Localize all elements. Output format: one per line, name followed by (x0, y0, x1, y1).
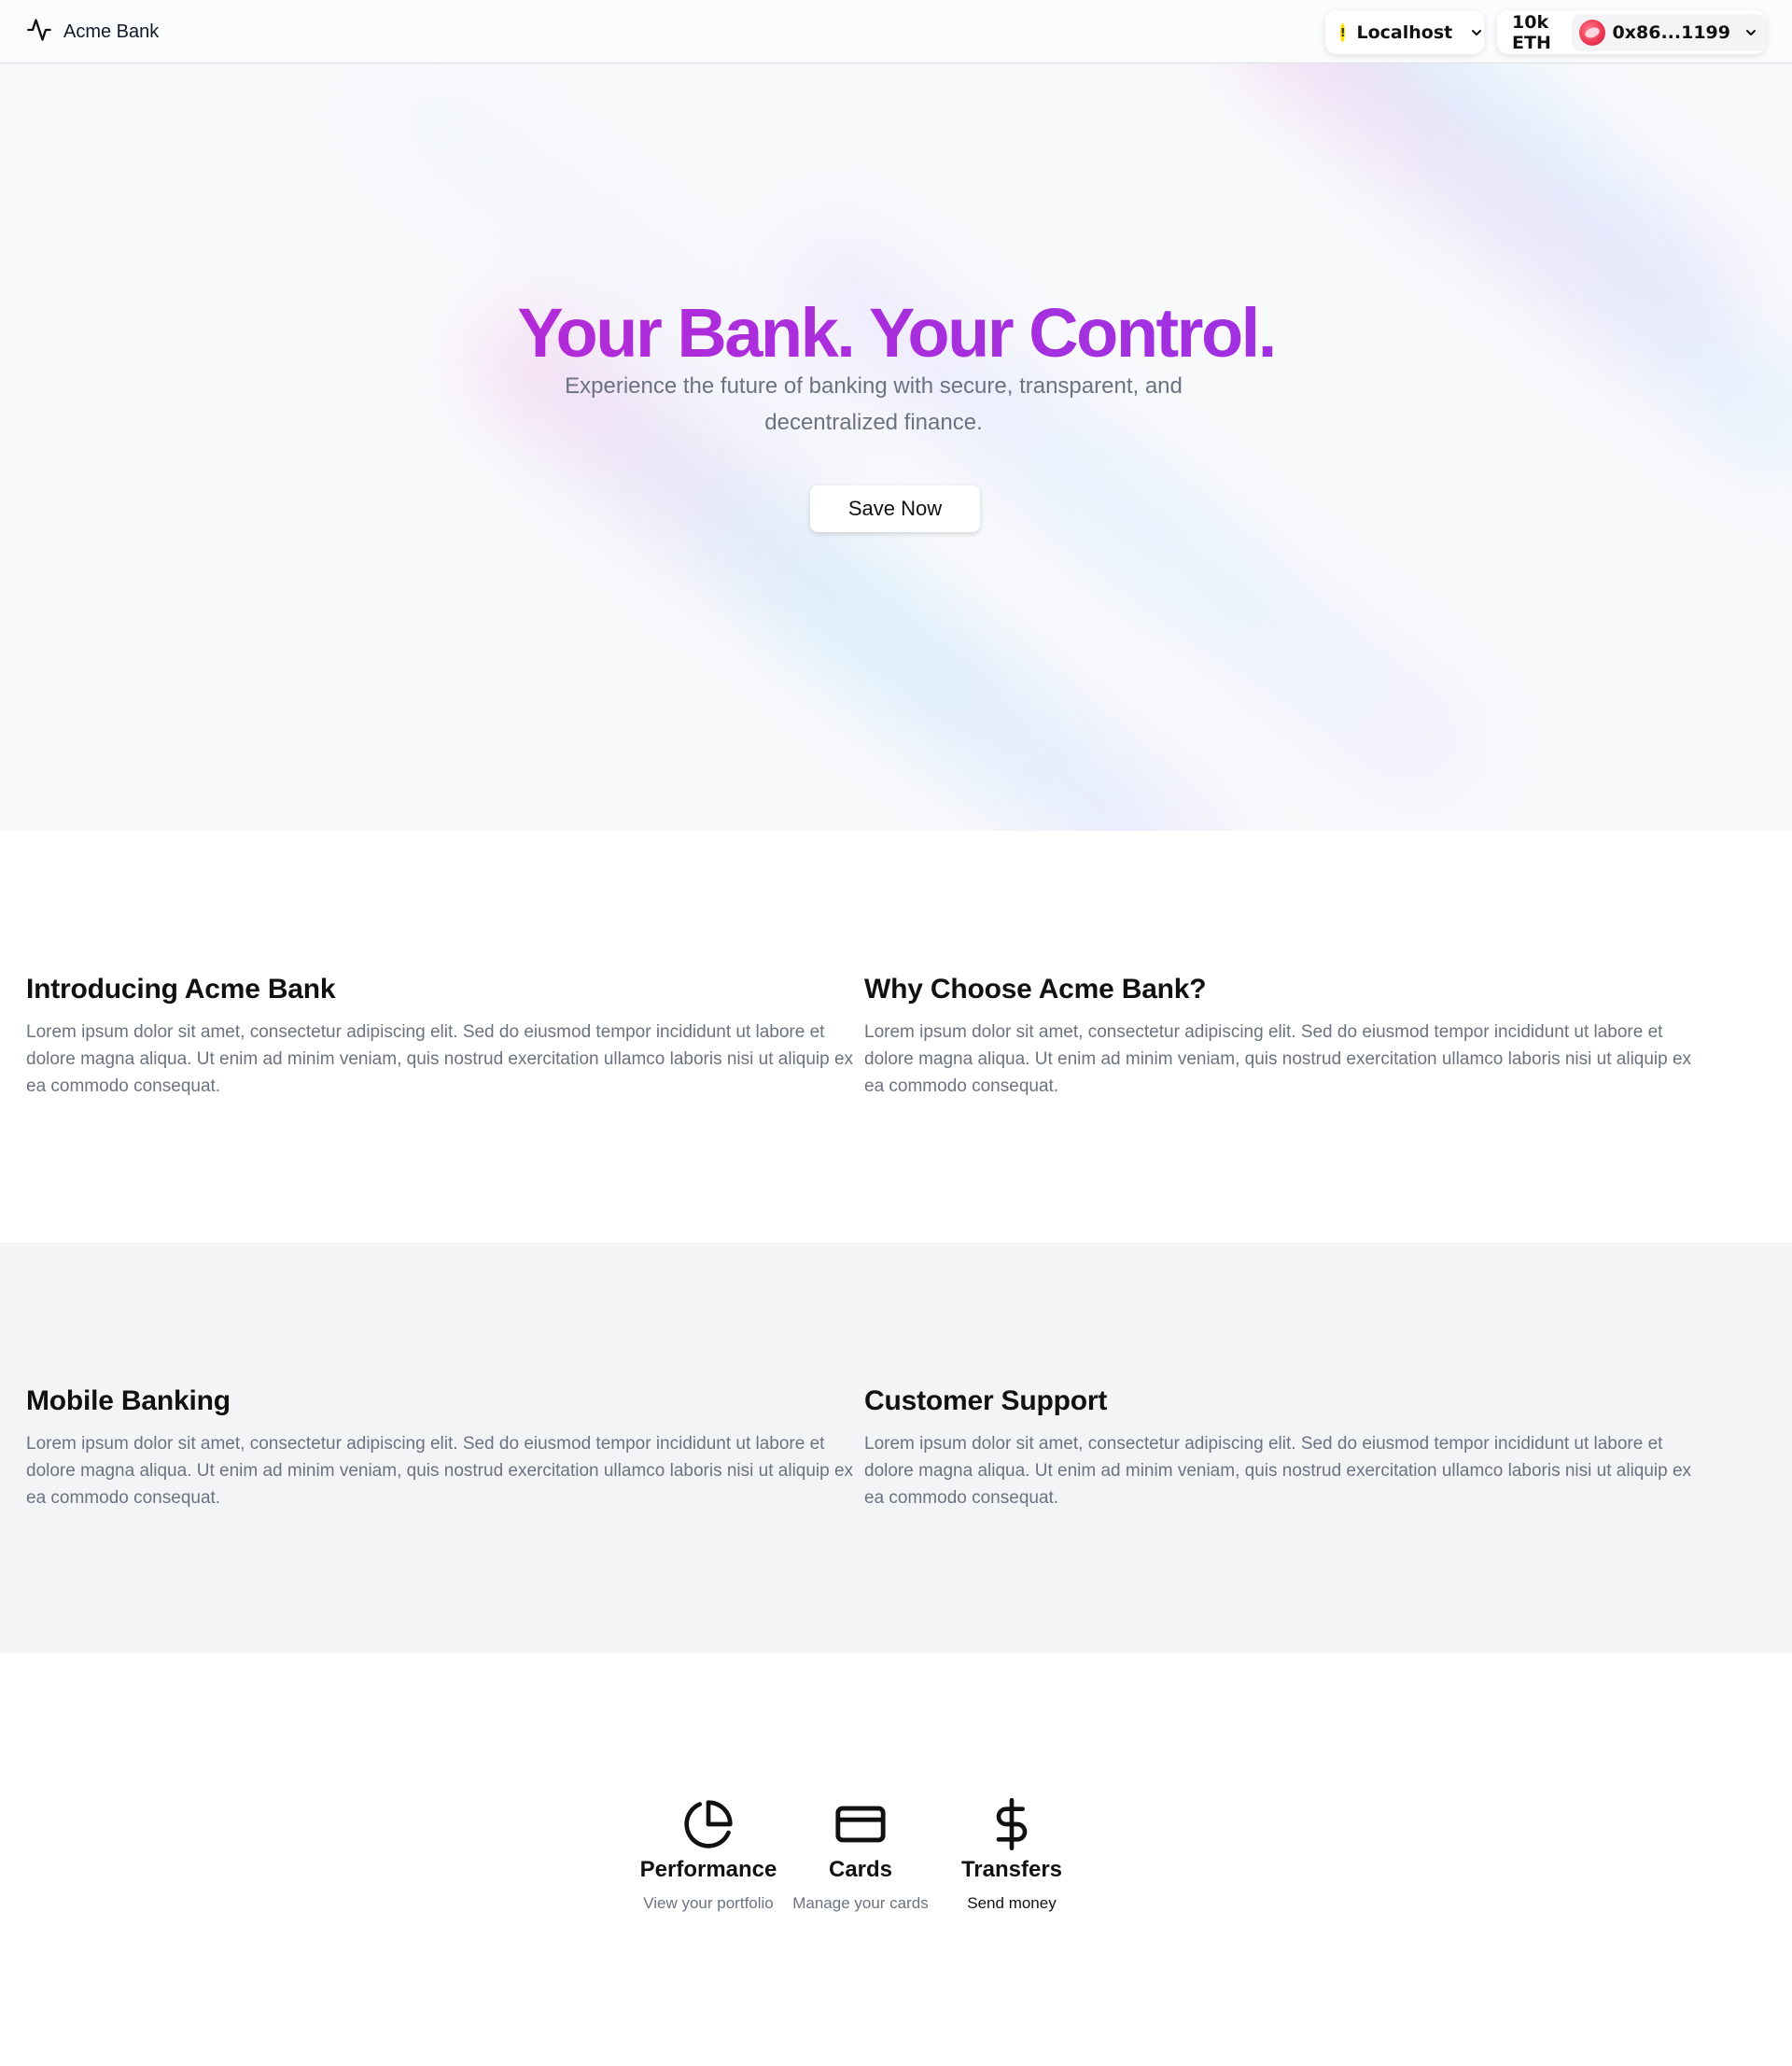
chevron-down-icon (1743, 25, 1758, 40)
avatar (1578, 19, 1605, 46)
intro-section: Introducing Acme Bank Lorem ipsum dolor … (0, 831, 1792, 1243)
network-name: Localhost (1356, 21, 1453, 43)
info-title: Why Choose Acme Bank? (864, 974, 1207, 1005)
chevron-down-icon (1469, 25, 1484, 40)
features-section: Performance View your portfolio Cards Ma… (0, 1653, 1792, 2066)
hero-section: Your Bank. Your Control. Experience the … (0, 63, 1792, 831)
feature-cards[interactable]: Cards Manage your cards (781, 1797, 940, 1913)
info-block: Customer Support Lorem ipsum dolor sit a… (864, 1385, 1704, 1511)
info-body: Lorem ipsum dolor sit amet, consectetur … (864, 1434, 1692, 1508)
services-section: Mobile Banking Lorem ipsum dolor sit ame… (0, 1243, 1792, 1653)
network-warning-icon: ! (1340, 22, 1346, 42)
activity-icon (26, 17, 52, 48)
feature-title: Cards (828, 1857, 893, 1882)
credit-card-icon (781, 1797, 940, 1851)
brand-link[interactable]: Acme Bank (26, 17, 159, 47)
pie-chart-icon (629, 1797, 788, 1851)
account-balance: 10k ETH (1512, 11, 1551, 53)
hero-title: Your Bank. Your Control. (0, 293, 1792, 372)
info-block: Mobile Banking Lorem ipsum dolor sit ame… (26, 1385, 866, 1511)
feature-description: View your portfolio (643, 1894, 774, 1912)
info-title: Introducing Acme Bank (26, 974, 336, 1005)
feature-title: Transfers (960, 1857, 1063, 1882)
feature-description: Manage your cards (792, 1894, 929, 1912)
feature-title: Performance (639, 1857, 777, 1882)
feature-transfers[interactable]: Transfers Send money (932, 1797, 1091, 1913)
save-now-button[interactable]: Save Now (810, 485, 980, 532)
network-selector[interactable]: ! Localhost (1325, 10, 1484, 54)
info-title: Customer Support (864, 1385, 1108, 1416)
brand-name: Acme Bank (63, 21, 160, 42)
info-title: Mobile Banking (26, 1385, 231, 1416)
feature-performance[interactable]: Performance View your portfolio (629, 1797, 788, 1913)
hero-subtitle: Experience the future of banking with se… (565, 373, 1183, 435)
info-block: Why Choose Acme Bank? Lorem ipsum dolor … (864, 974, 1704, 1100)
info-block: Introducing Acme Bank Lorem ipsum dolor … (26, 974, 866, 1100)
dollar-icon (932, 1797, 1091, 1851)
account-address-chip[interactable]: 0x86...1199 (1571, 13, 1766, 51)
account-button[interactable]: 10k ETH 0x86...1199 (1497, 10, 1766, 54)
info-body: Lorem ipsum dolor sit amet, consectetur … (864, 1022, 1692, 1096)
account-address: 0x86...1199 (1612, 21, 1730, 43)
feature-description: Send money (967, 1894, 1057, 1912)
info-body: Lorem ipsum dolor sit amet, consectetur … (26, 1022, 854, 1096)
top-nav: Acme Bank ! Localhost 10k ETH 0x86...119… (0, 0, 1792, 63)
info-body: Lorem ipsum dolor sit amet, consectetur … (26, 1434, 854, 1508)
